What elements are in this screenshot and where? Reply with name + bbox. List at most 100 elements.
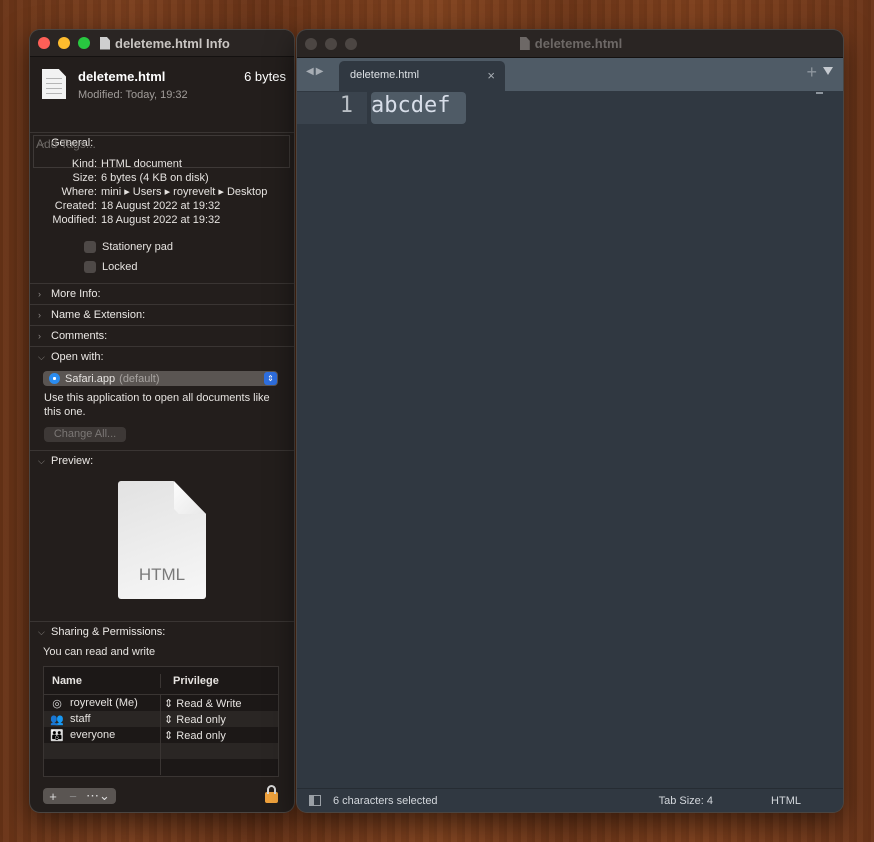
privilege-select[interactable]: ⇕ Read & Write: [161, 697, 242, 710]
modified-value: 18 August 2022 at 19:32: [101, 214, 221, 226]
chevron-right-icon: ›: [38, 331, 41, 341]
tab-deleteme[interactable]: deleteme.html ×: [339, 61, 505, 91]
name-extension-section: › Name & Extension:: [30, 304, 294, 325]
tab-size-button[interactable]: Tab Size: 4: [659, 795, 713, 807]
size-value: 6 bytes (4 KB on disk): [101, 172, 209, 184]
editor-window: deleteme.html ◀▶ deleteme.html × + 1 abc…: [297, 30, 843, 812]
size-row: Size: 6 bytes (4 KB on disk): [30, 171, 294, 185]
column-name[interactable]: Name: [44, 673, 161, 688]
section-label: Open with:: [51, 351, 104, 363]
safari-icon: [49, 373, 60, 384]
created-value: 18 August 2022 at 19:32: [101, 200, 221, 212]
checkbox-box[interactable]: [84, 261, 96, 273]
open-with-header[interactable]: ⌵ Open with:: [30, 347, 294, 367]
table-row[interactable]: 👪 everyone ⇕ Read only: [44, 727, 278, 743]
section-label: Sharing & Permissions:: [51, 626, 166, 638]
section-label: Name & Extension:: [51, 309, 146, 321]
open-with-select[interactable]: Safari.app (default) ⇕: [43, 371, 278, 386]
close-tab-icon[interactable]: ×: [487, 68, 495, 83]
tags-input[interactable]: Add Tags...: [33, 135, 290, 168]
empty-row: [44, 743, 278, 759]
app-name: Safari.app: [65, 372, 116, 385]
code-area[interactable]: 1 abcdef: [297, 91, 843, 781]
permission-tools: + − ⋯⌄: [43, 788, 116, 804]
app-default-suffix: (default): [119, 372, 160, 385]
table-row[interactable]: 👥 staff ⇕ Read only: [44, 711, 278, 727]
chevron-down-icon: ⌵: [38, 351, 45, 362]
stationery-pad-checkbox[interactable]: Stationery pad: [84, 237, 294, 257]
tab-label: deleteme.html: [350, 69, 420, 81]
group-icon: 👥: [50, 713, 64, 726]
table-row[interactable]: ◎ royrevelt (Me) ⇕ Read & Write: [44, 695, 278, 711]
row-name: royrevelt (Me): [70, 697, 138, 709]
zoom-button[interactable]: [78, 37, 90, 49]
close-button[interactable]: [38, 37, 50, 49]
preview-area: HTML: [30, 471, 294, 621]
minimize-button[interactable]: [58, 37, 70, 49]
sidebar-toggle-icon[interactable]: [309, 795, 321, 806]
column-privilege[interactable]: Privilege: [161, 675, 219, 687]
where-label: Where:: [61, 186, 97, 198]
modified-label: Modified:: [52, 214, 97, 226]
empty-row: [44, 759, 278, 775]
change-all-button[interactable]: Change All...: [44, 427, 126, 442]
permission-summary: You can read and write: [43, 646, 156, 658]
document-icon: [100, 36, 110, 50]
chevron-right-icon: ›: [38, 289, 41, 299]
comments-header[interactable]: › Comments:: [30, 326, 294, 346]
row-privilege: Read & Write: [176, 697, 242, 710]
code-line[interactable]: abcdef: [371, 93, 450, 118]
permissions-table: Name Privilege ◎ royrevelt (Me) ⇕ Read & …: [43, 666, 279, 777]
locked-checkbox[interactable]: Locked: [84, 257, 294, 277]
chevron-right-icon: ›: [38, 310, 41, 320]
privilege-select[interactable]: ⇕ Read only: [161, 713, 226, 726]
syntax-button[interactable]: HTML: [771, 795, 801, 807]
window-title: deleteme.html Info: [115, 35, 230, 51]
preview-header[interactable]: ⌵ Preview:: [30, 451, 294, 471]
lock-icon[interactable]: [265, 785, 278, 803]
modified-row: Modified: 18 August 2022 at 19:32: [30, 213, 294, 227]
info-titlebar: deleteme.html Info: [30, 30, 294, 57]
comments-section: › Comments:: [30, 325, 294, 346]
document-icon: [519, 37, 530, 50]
editor-titlebar: deleteme.html: [297, 30, 843, 58]
privilege-select[interactable]: ⇕ Read only: [161, 729, 226, 742]
open-with-description: Use this application to open all documen…: [44, 392, 270, 418]
checkbox-box[interactable]: [84, 241, 96, 253]
where-row: Where: mini ▸ Users ▸ royrevelt ▸ Desktop: [30, 185, 294, 199]
more-info-section: › More Info:: [30, 283, 294, 304]
selection-status: 6 characters selected: [333, 794, 438, 807]
row-name: everyone: [70, 729, 116, 741]
add-user-button[interactable]: +: [43, 789, 63, 804]
new-tab-icon[interactable]: +: [806, 62, 817, 83]
tab-menu-icon[interactable]: [823, 67, 833, 75]
minimap-marker[interactable]: [816, 92, 823, 94]
window-title: deleteme.html: [534, 36, 623, 51]
name-extension-header[interactable]: › Name & Extension:: [30, 305, 294, 325]
everyone-icon: 👪: [50, 729, 64, 742]
page-fold: [174, 481, 206, 514]
info-window: deleteme.html Info deleteme.html Modifie…: [30, 30, 294, 812]
sharing-header[interactable]: ⌵ Sharing & Permissions:: [30, 622, 294, 642]
select-stepper-icon[interactable]: ⇕: [264, 372, 277, 385]
row-privilege: Read only: [176, 713, 226, 726]
created-row: Created: 18 August 2022 at 19:32: [30, 199, 294, 213]
close-button[interactable]: [305, 37, 317, 50]
tab-bar: ◀▶ deleteme.html × +: [297, 58, 843, 91]
table-header: Name Privilege: [44, 667, 278, 695]
remove-user-button[interactable]: −: [63, 789, 83, 804]
open-with-section: ⌵ Open with: Safari.app (default) ⇕ Use t…: [30, 346, 294, 442]
action-menu-button[interactable]: ⋯⌄: [83, 788, 113, 804]
section-label: Preview:: [51, 455, 94, 467]
row-name: staff: [70, 713, 91, 725]
line-number: 1: [339, 93, 353, 118]
file-icon: [42, 69, 66, 99]
more-info-header[interactable]: › More Info:: [30, 284, 294, 304]
size-label: Size:: [72, 172, 97, 184]
preview-section: ⌵ Preview: HTML: [30, 450, 294, 621]
tab-nav-arrows-icon[interactable]: ◀▶: [306, 66, 325, 77]
minimize-button[interactable]: [325, 37, 337, 50]
section-label: More Info:: [51, 288, 101, 300]
created-label: Created:: [54, 200, 97, 212]
zoom-button[interactable]: [345, 37, 357, 50]
